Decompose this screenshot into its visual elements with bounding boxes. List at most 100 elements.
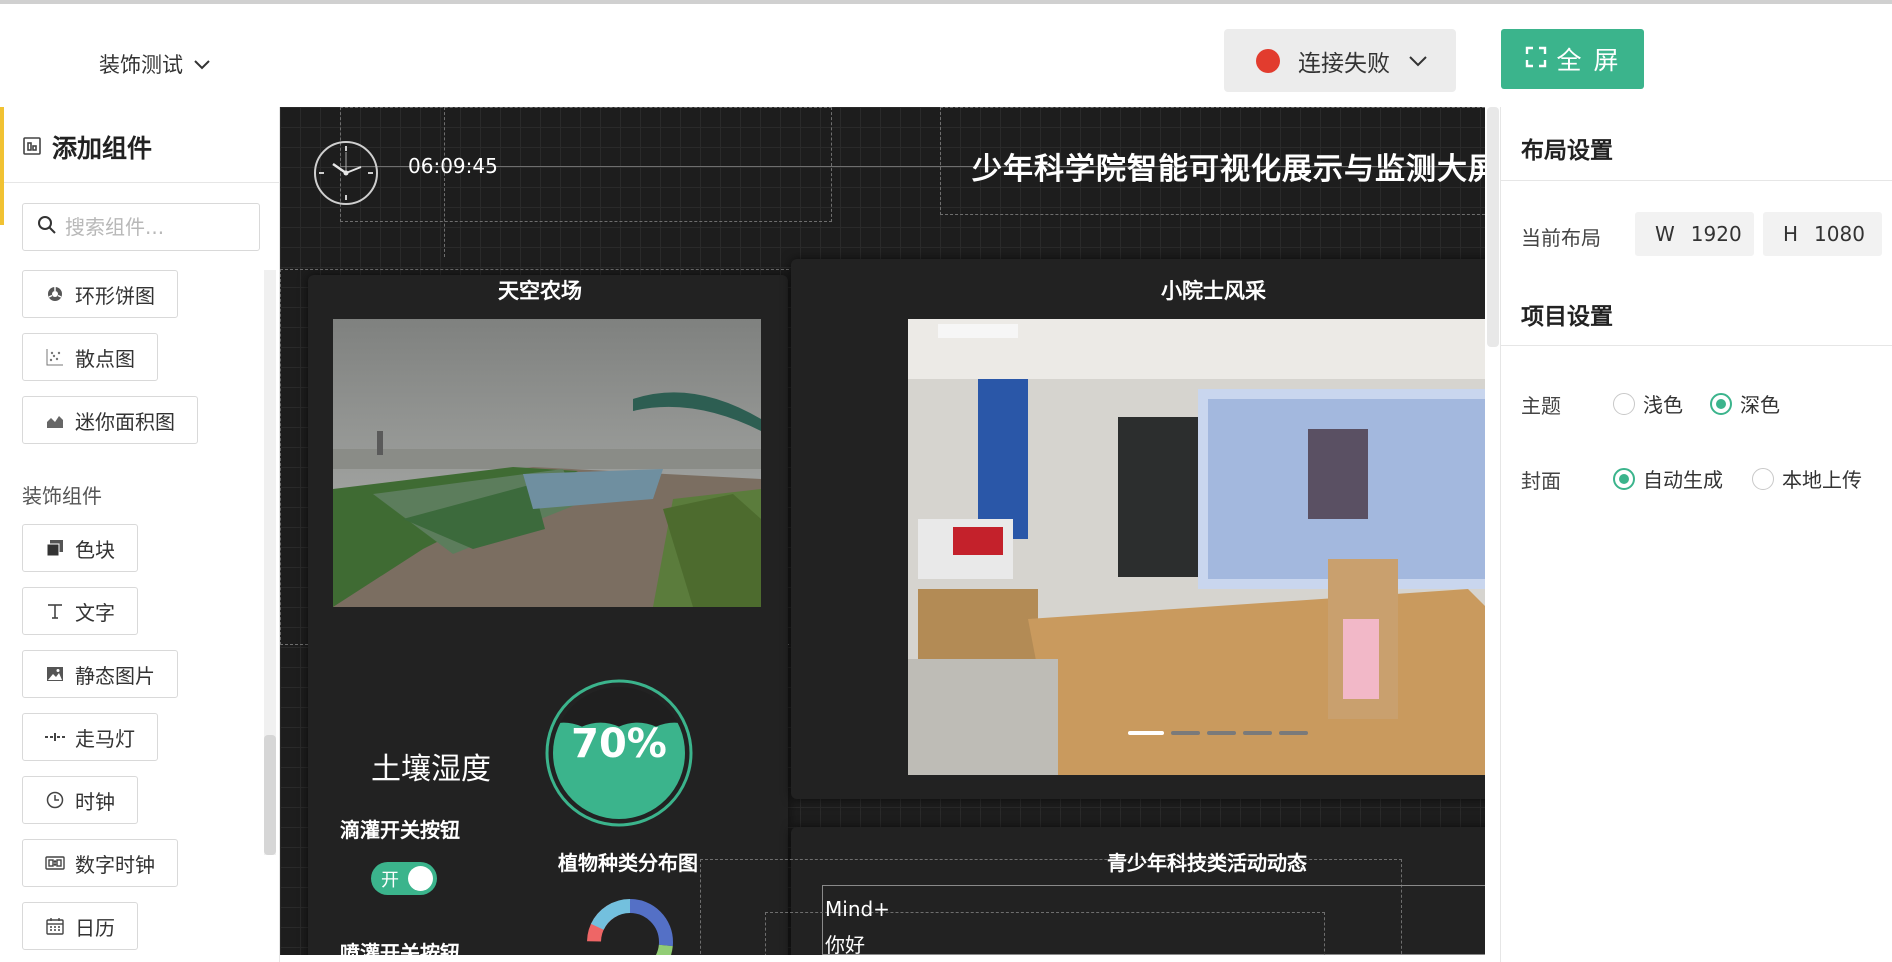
component-label: 静态图片	[75, 663, 155, 688]
chevron-down-icon	[193, 52, 211, 76]
theme-option-light[interactable]: 浅色	[1613, 389, 1683, 418]
component-label: 走马灯	[75, 726, 135, 751]
farm-photo	[333, 319, 761, 607]
cover-label: 封面	[1521, 469, 1561, 493]
search-icon	[37, 215, 57, 239]
layout-settings-title: 布局设置	[1521, 138, 1613, 164]
scatter-icon	[45, 347, 65, 367]
spray-switch-label: 喷灌开关按钮	[340, 941, 460, 955]
component-scatter[interactable]: 散点图	[22, 333, 158, 381]
radio-circle[interactable]	[1752, 467, 1774, 490]
divider	[0, 182, 280, 183]
plant-chart-title: 植物种类分布图	[558, 851, 698, 875]
clock-icon	[45, 790, 65, 810]
radio-label: 自动生成	[1643, 468, 1723, 492]
project-select[interactable]: 装饰测试	[99, 49, 211, 79]
panel-title: 添加组件	[22, 129, 152, 165]
soil-humidity-value: 70%	[571, 721, 667, 767]
component-static-image[interactable]: 静态图片	[22, 650, 178, 698]
fullscreen-label: 全 屏	[1556, 46, 1621, 75]
text-icon	[45, 601, 65, 621]
area-chart-icon	[45, 410, 65, 430]
drip-toggle[interactable]: 开	[371, 862, 437, 895]
carousel-indicators[interactable]	[1128, 731, 1308, 735]
plant-distribution-donut	[587, 899, 673, 955]
theme-option-dark[interactable]: 深色	[1710, 389, 1780, 418]
component-label: 迷你面积图	[75, 409, 175, 434]
fullscreen-button[interactable]: 全 屏	[1501, 29, 1644, 89]
current-layout-label: 当前布局	[1521, 226, 1601, 250]
component-marquee[interactable]: 走马灯	[22, 713, 158, 761]
height-prefix: H	[1783, 222, 1799, 246]
activity-item[interactable]: 你好	[825, 929, 865, 955]
component-ring-pie[interactable]: 环形饼图	[22, 270, 178, 318]
radio-circle-checked[interactable]	[1710, 392, 1732, 415]
component-search[interactable]	[22, 203, 260, 251]
component-label: 时钟	[75, 789, 115, 814]
canvas-scrollbar[interactable]	[1487, 107, 1499, 347]
component-label: 色块	[75, 537, 115, 562]
theme-label: 主题	[1521, 394, 1561, 418]
carousel-dot[interactable]	[1128, 731, 1164, 735]
width-field[interactable]: W 1920	[1635, 212, 1754, 256]
panel-title-text: 添加组件	[52, 134, 153, 163]
divider	[1501, 180, 1892, 181]
height-field[interactable]: H 1080	[1763, 212, 1882, 256]
carousel-dot[interactable]	[1279, 731, 1308, 735]
farm-card-title: 天空农场	[498, 279, 582, 303]
width-value[interactable]: 1920	[1691, 222, 1742, 246]
dashboard-title: 少年科学院智能可视化展示与监测大屏系	[972, 152, 1485, 187]
cover-option-upload[interactable]: 本地上传	[1752, 464, 1862, 493]
decor-section-label: 装饰组件	[22, 484, 102, 508]
search-input[interactable]	[65, 215, 255, 239]
toggle-knob	[408, 866, 433, 891]
carousel-dot[interactable]	[1207, 731, 1236, 735]
class-card-title: 小院士风采	[1161, 279, 1266, 303]
component-calendar[interactable]: 日历	[22, 902, 138, 950]
radio-circle[interactable]	[1613, 392, 1635, 415]
image-icon	[45, 664, 65, 684]
status-dot-icon	[1256, 48, 1280, 73]
component-label: 环形饼图	[75, 283, 155, 308]
component-label: 日历	[75, 915, 115, 940]
toggle-text: 开	[381, 870, 399, 891]
component-mini-area[interactable]: 迷你面积图	[22, 396, 198, 444]
digital-time: 06:09:45	[408, 154, 498, 178]
component-digital-clock[interactable]: 数字时钟	[22, 839, 178, 887]
dashboard-canvas[interactable]: 06:09:45 少年科学院智能可视化展示与监测大屏系 天空农场 小院士风采 土…	[280, 107, 1485, 955]
cover-option-auto[interactable]: 自动生成	[1613, 464, 1723, 493]
component-clock[interactable]: 时钟	[22, 776, 138, 824]
classroom-carousel[interactable]	[908, 319, 1485, 775]
color-block-icon	[45, 538, 65, 558]
scrollbar-thumb[interactable]	[264, 735, 276, 855]
digital-clock-icon	[45, 853, 65, 873]
ring-pie-icon	[45, 284, 65, 304]
expand-icon	[1525, 45, 1547, 74]
component-label: 文字	[75, 600, 115, 625]
component-color-block[interactable]: 色块	[22, 524, 138, 572]
calendar-icon	[45, 916, 65, 936]
widget-icon	[22, 133, 42, 162]
chevron-down-icon	[1408, 48, 1428, 74]
activity-item[interactable]: Mind+	[825, 897, 890, 921]
connection-status-dropdown[interactable]: 连接失败	[1224, 29, 1456, 92]
drip-switch-label: 滴灌开关按钮	[340, 818, 460, 842]
project-name: 装饰测试	[99, 53, 183, 77]
selection-guide	[444, 107, 445, 257]
component-text[interactable]: 文字	[22, 587, 138, 635]
radio-circle-checked[interactable]	[1613, 467, 1635, 490]
radio-label: 本地上传	[1782, 468, 1862, 492]
divider	[1501, 345, 1892, 346]
connection-status-text: 连接失败	[1298, 50, 1390, 77]
settings-panel: 布局设置 当前布局 W 1920 H 1080 项目设置 主题 浅色 深色 封面…	[1500, 107, 1892, 962]
active-indicator	[0, 107, 4, 225]
top-bar: 装饰测试 连接失败 全 屏	[0, 0, 1892, 107]
height-value[interactable]: 1080	[1814, 222, 1865, 246]
soil-humidity-label: 土壤湿度	[371, 752, 491, 787]
carousel-dot[interactable]	[1243, 731, 1272, 735]
carousel-dot[interactable]	[1171, 731, 1200, 735]
component-panel: 添加组件 环形饼图 散点图 迷你面积图 装饰组件 色块	[0, 107, 280, 962]
project-settings-title: 项目设置	[1521, 304, 1613, 330]
analog-clock	[314, 141, 378, 205]
activity-title: 青少年科技类活动动态	[1107, 851, 1307, 875]
